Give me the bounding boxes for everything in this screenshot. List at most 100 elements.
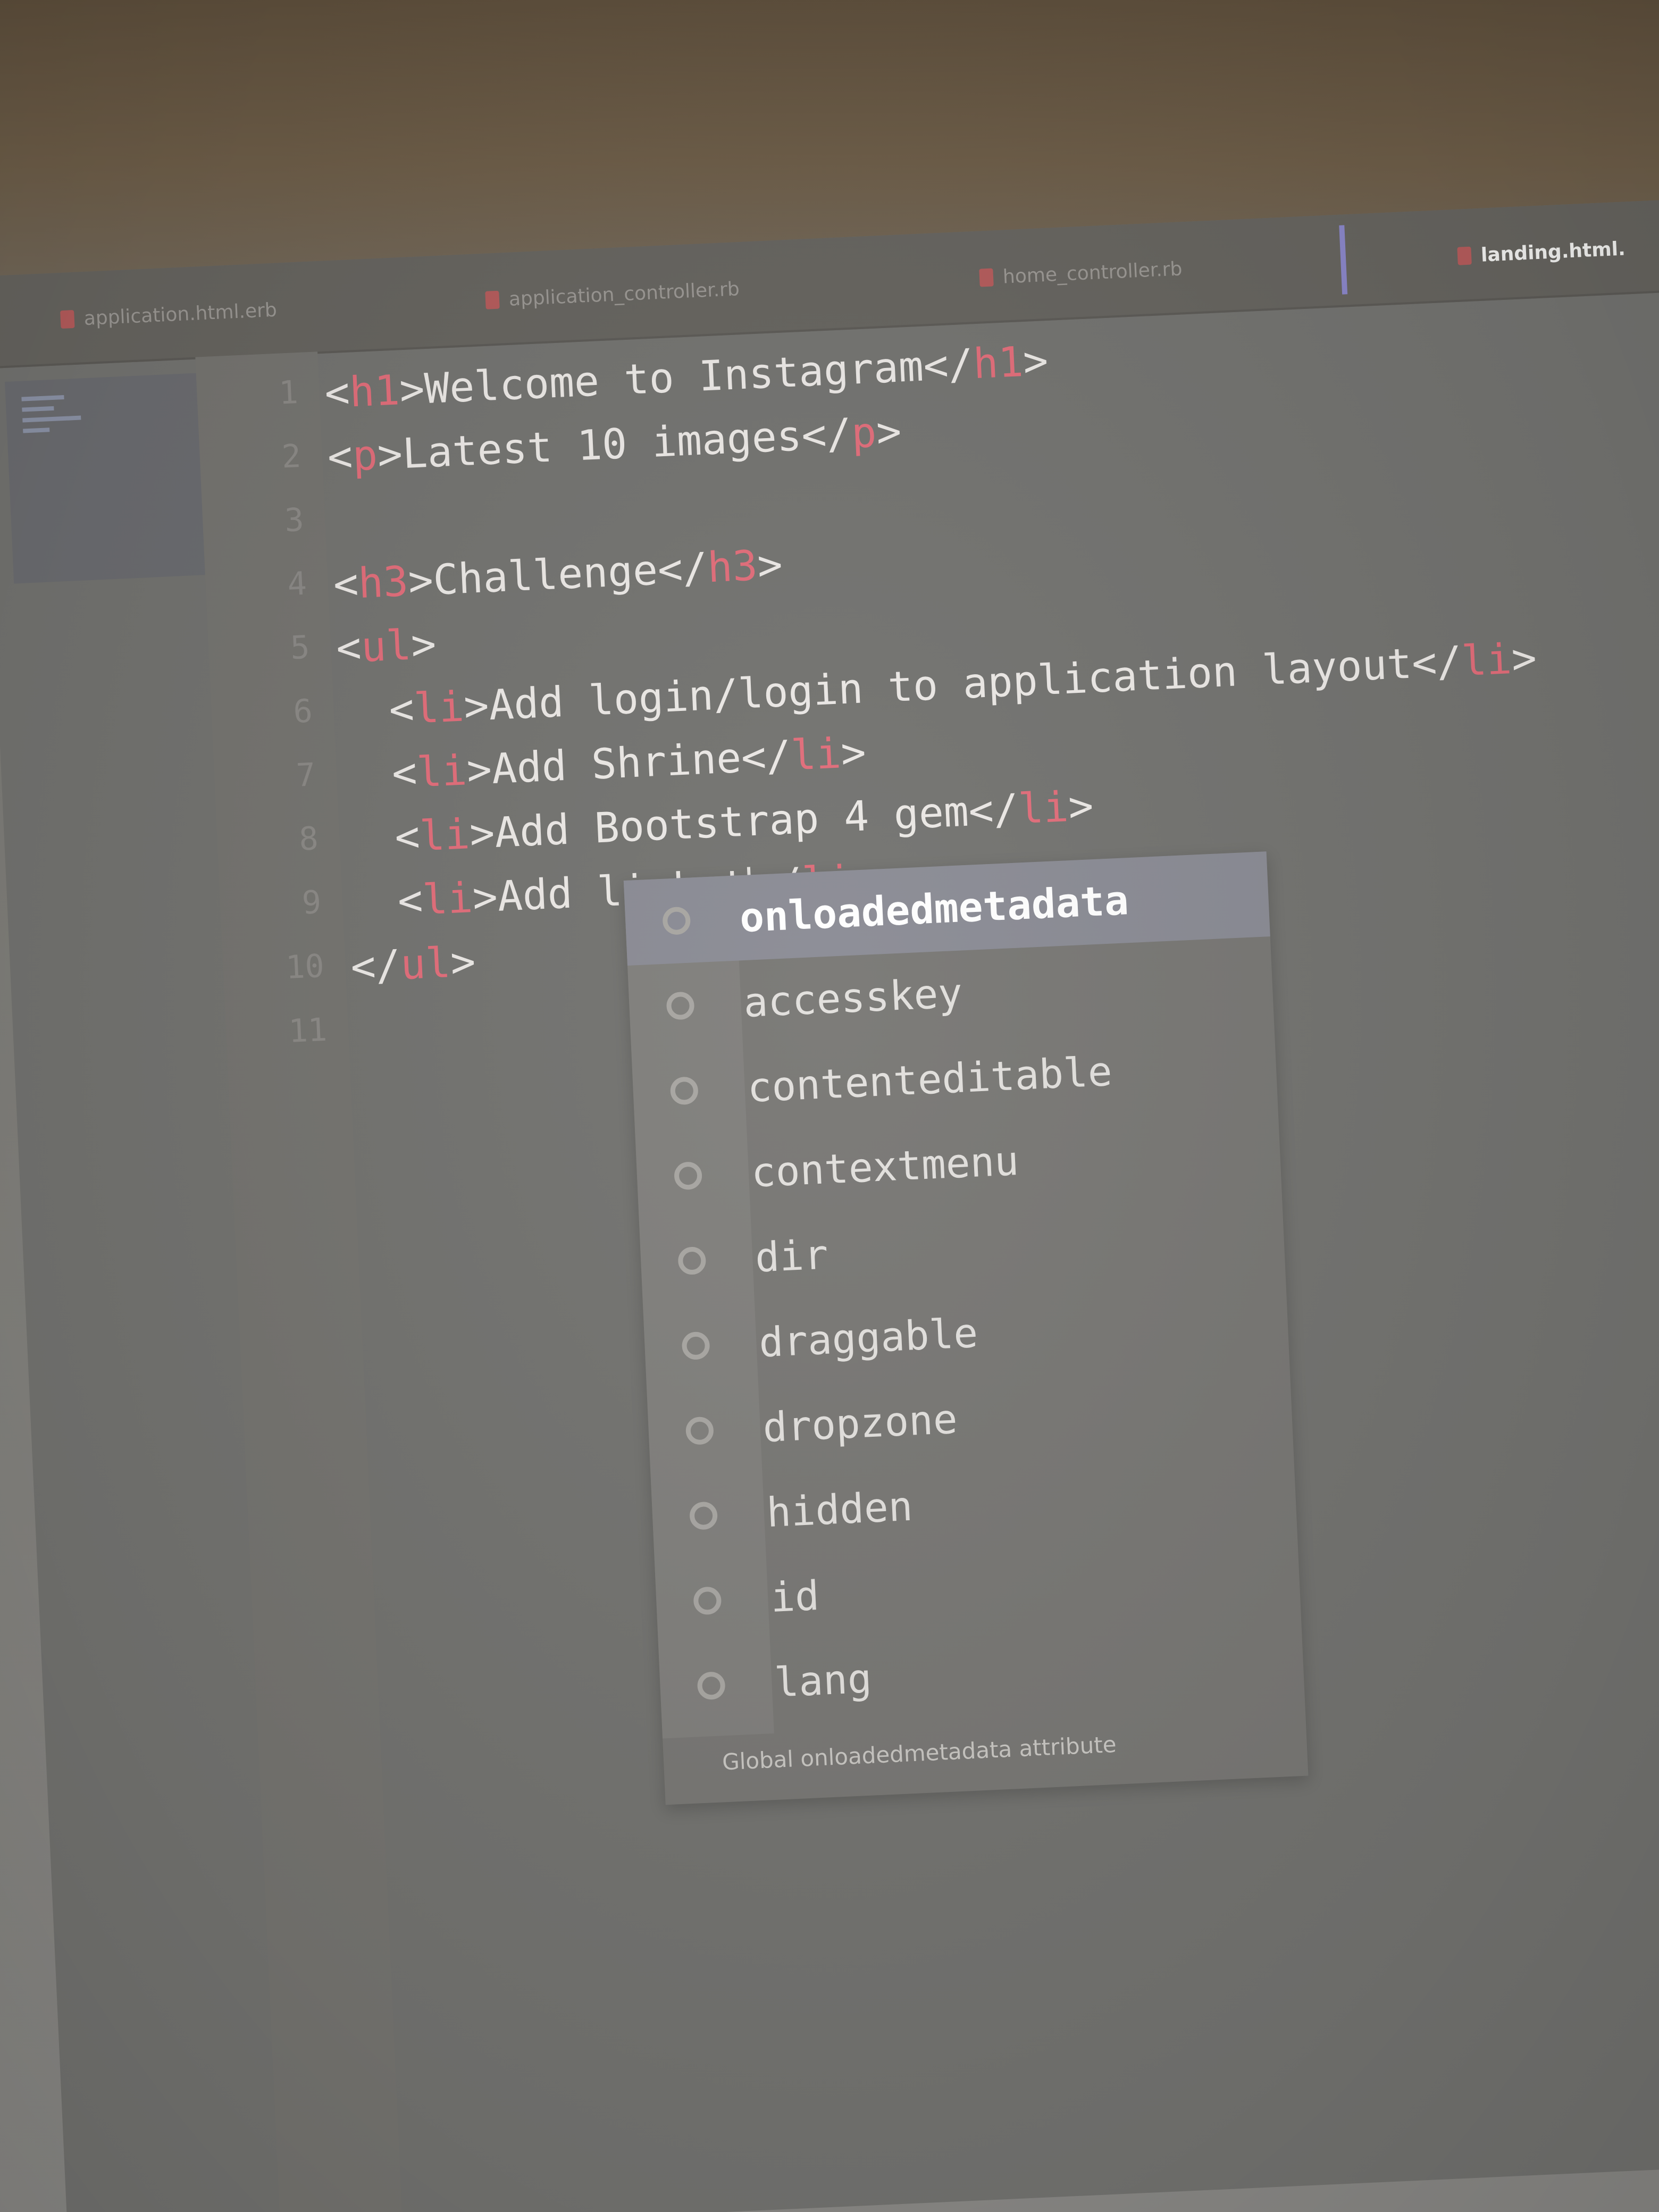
end-tag-name: li (1017, 783, 1070, 834)
tag-close-bracket: > (398, 365, 426, 415)
line-number: 8 (298, 820, 320, 858)
attribute-icon (662, 906, 691, 935)
end-tag-close-bracket: > (756, 541, 784, 590)
attribute-icon (681, 1331, 710, 1361)
end-tag-open-bracket: </ (967, 785, 1020, 836)
minimap[interactable] (5, 373, 205, 584)
end-tag-name: h3 (706, 542, 759, 592)
code-line[interactable]: <h3>Challenge</h3> (332, 533, 784, 617)
end-tag-name: li (790, 730, 842, 780)
minimap-line (23, 428, 50, 433)
tag-close-bracket: > (463, 682, 490, 731)
end-tag-open-bracket: </ (1411, 638, 1463, 688)
line-number: 11 (288, 1011, 328, 1050)
tag-name: p (351, 431, 379, 481)
end-tag-name: p (850, 408, 878, 458)
tag-name: h3 (357, 557, 409, 608)
line-number: 4 (287, 565, 308, 604)
line-number: 5 (289, 629, 311, 667)
text-content: Challenge (432, 546, 659, 605)
end-tag-open-bracket: </ (656, 544, 709, 594)
line-number: 7 (295, 756, 316, 794)
tag-name: li (413, 683, 465, 733)
end-tag-name: li (1460, 635, 1513, 686)
tab-home-controller[interactable]: home_controller.rb (978, 247, 1183, 299)
code-editor-window: application.html.erb application_control… (0, 198, 1659, 2212)
autocomplete-item-label: accesskey (742, 969, 963, 1027)
end-tag-close-bracket: > (840, 728, 867, 778)
tab-application-controller[interactable]: application_controller.rb (484, 267, 740, 322)
line-number: 10 (284, 947, 325, 987)
tab-application-html-erb[interactable]: application.html.erb (60, 289, 278, 341)
attribute-icon (697, 1671, 726, 1700)
tag-close-bracket: > (376, 430, 404, 480)
tag-name: h1 (348, 366, 401, 417)
autocomplete-item-label: dropzone (761, 1395, 959, 1452)
end-tag-close-bracket: > (1067, 782, 1095, 832)
autocomplete-item-label: id (769, 1571, 820, 1621)
tab-label: application_controller.rb (508, 278, 740, 311)
tag-name: ul (399, 939, 452, 990)
autocomplete-popup[interactable]: onloadedmetadata accesskey contenteditab… (623, 851, 1309, 1805)
tag-open-bracket: < (397, 876, 424, 926)
tab-landing-html[interactable]: landing.html. (1456, 228, 1626, 278)
autocomplete-item-label: hidden (765, 1482, 914, 1537)
code-line[interactable]: <ul> (335, 613, 438, 681)
autocomplete-description: Global onloadedmetadata attribute (722, 1731, 1117, 1775)
attribute-icon (673, 1161, 703, 1191)
autocomplete-item-label: lang (773, 1654, 873, 1706)
code-line[interactable]: </ul> (349, 930, 477, 1000)
autocomplete-item-label: contenteditable (746, 1047, 1113, 1111)
tag-open-bracket: < (332, 560, 359, 609)
code-line[interactable]: <li>Add login/login to application layou… (338, 626, 1538, 744)
end-tag-open-bracket: </ (800, 409, 853, 460)
tag-open-bracket: </ (349, 941, 402, 992)
end-tag-open-bracket: </ (740, 732, 792, 782)
tag-open-bracket: < (323, 368, 351, 418)
tag-open-bracket: < (335, 624, 363, 673)
line-number: 9 (301, 884, 322, 922)
tab-label: home_controller.rb (1002, 257, 1183, 288)
attribute-icon (669, 1076, 699, 1105)
tag-name: li (421, 874, 474, 925)
attribute-icon (677, 1246, 707, 1276)
autocomplete-item-label: contextmenu (750, 1137, 1020, 1196)
tag-close-bracket: > (449, 937, 477, 987)
end-tag-close-bracket: > (875, 407, 903, 457)
end-tag-close-bracket: > (1022, 337, 1050, 387)
line-number: 1 (278, 374, 299, 412)
autocomplete-item-label: draggable (758, 1309, 979, 1367)
tag-open-bracket: < (326, 432, 354, 482)
text-content: Add Shrine (490, 734, 743, 794)
ruby-file-icon (60, 309, 75, 329)
tag-name: li (418, 810, 471, 861)
attribute-icon (689, 1501, 718, 1530)
minimap-line (21, 395, 64, 401)
ruby-file-icon (979, 268, 994, 287)
ruby-file-icon (485, 290, 500, 309)
end-tag-name: h1 (972, 338, 1025, 389)
text-content: Add login/login to application layout (488, 640, 1413, 730)
attribute-icon (685, 1416, 715, 1445)
text-content: Latest 10 images (401, 412, 803, 479)
tag-close-bracket: > (471, 873, 499, 923)
code-line-empty[interactable] (329, 490, 332, 554)
attribute-icon (693, 1586, 722, 1615)
tag-name: ul (360, 621, 413, 672)
minimap-line (22, 406, 54, 412)
tag-close-bracket: > (465, 745, 493, 795)
tag-open-bracket: < (391, 749, 418, 798)
line-number: 3 (283, 501, 305, 540)
active-tab-marker (1339, 225, 1348, 295)
tab-label: landing.html. (1480, 237, 1626, 266)
line-number: 6 (292, 692, 314, 731)
tag-close-bracket: > (407, 556, 434, 606)
tag-close-bracket: > (410, 620, 438, 669)
tag-name: li (416, 747, 468, 797)
line-number: 2 (281, 437, 302, 476)
end-tag-close-bracket: > (1510, 634, 1538, 683)
